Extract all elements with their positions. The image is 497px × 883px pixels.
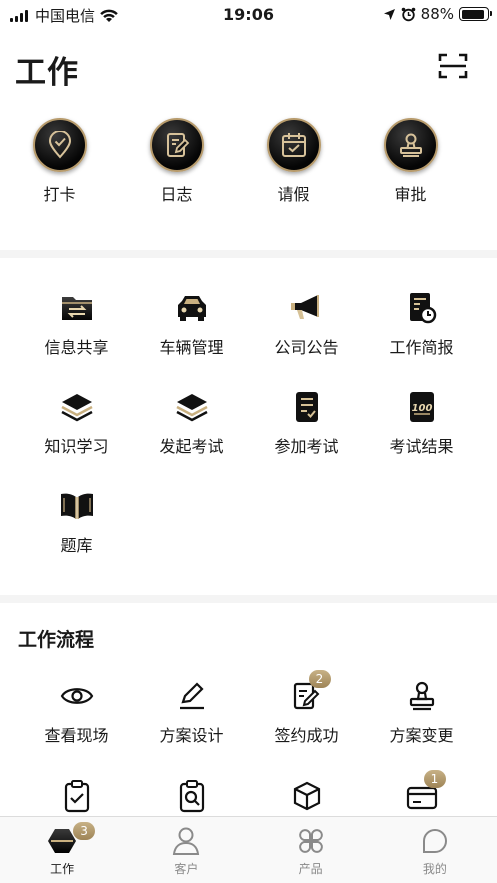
quick-action-label: 请假 [277,185,310,204]
tool-label: 考试结果 [389,437,454,456]
workflow-label: 签约成功 [274,726,339,745]
section-divider [0,595,497,603]
tool-announcement[interactable]: 公司公告 [249,288,364,358]
folder-share-icon [57,288,97,328]
tool-label: 信息共享 [44,338,109,357]
workflow-label: 查看现场 [44,726,109,745]
calendar-check-icon [266,118,321,172]
badge-count: 3 [73,822,96,840]
journal-edit-icon [149,118,204,172]
workflow-view-site[interactable]: 查看现场 [19,676,134,746]
pen-icon [172,676,212,716]
battery-percent: 88% [420,5,454,23]
workflow-inspect[interactable] [134,776,249,816]
quick-action-leave[interactable]: 请假 [236,118,351,238]
status-right: 88% [383,5,492,23]
workflow-checklist[interactable] [19,776,134,816]
tab-profile[interactable]: 我的 [373,817,497,883]
tab-label: 我的 [422,862,447,876]
workflow-design[interactable]: 方案设计 [134,676,249,746]
tool-exam-results[interactable]: 100 考试结果 [364,387,479,457]
megaphone-icon [287,288,327,328]
quick-action-journal[interactable]: 日志 [119,118,234,238]
stamp-icon [383,118,438,172]
tab-label: 产品 [298,862,323,876]
location-check-icon [32,118,87,172]
workflow-change[interactable]: 方案变更 [364,676,479,746]
layers-icon [57,387,97,427]
tab-work[interactable]: 3 工作 [0,817,124,883]
car-icon [172,288,212,328]
tool-work-brief[interactable]: 工作简报 [364,288,479,358]
workflow-contract[interactable]: 2 签约成功 [249,670,364,746]
tool-start-exam[interactable]: 发起考试 [134,387,249,457]
tool-knowledge[interactable]: 知识学习 [19,387,134,457]
work-hexagon-icon: 3 [47,822,96,856]
battery-icon [459,7,492,21]
person-icon [171,826,201,856]
tool-label: 发起考试 [159,437,224,456]
tool-label: 参加考试 [274,437,339,456]
quick-action-label: 日志 [160,185,193,204]
workflow-payment[interactable]: 1 [364,770,479,816]
exam-list-icon [287,387,327,427]
tool-info-share[interactable]: 信息共享 [19,288,134,358]
badge-count: 2 [308,670,331,688]
eye-icon [57,676,97,716]
tool-vehicle[interactable]: 车辆管理 [134,288,249,358]
workflow-label: 方案变更 [389,726,454,745]
tab-customers[interactable]: 客户 [124,817,248,883]
tab-bar: 3 工作 客户 产品 我的 [0,816,497,883]
section-divider [0,250,497,258]
alarm-icon [401,7,415,21]
quick-actions: 打卡 日志 请假 审批 [0,118,497,238]
location-arrow-icon [383,8,395,20]
book-icon [57,486,97,526]
contract-edit-icon: 2 [287,670,331,716]
leaf-profile-icon [420,826,450,856]
page-title: 工作 [15,55,79,91]
tab-products[interactable]: 产品 [249,817,373,883]
tab-label: 客户 [174,862,199,876]
tool-label: 公司公告 [274,338,339,357]
tool-label: 车辆管理 [159,338,224,357]
score-100-icon: 100 [402,387,442,427]
product-grid-icon [296,826,326,856]
scan-icon [438,53,468,79]
report-clock-icon [402,288,442,328]
box-icon [287,776,327,816]
workflow-title: 工作流程 [18,629,95,651]
tab-label: 工作 [50,862,75,876]
svg-text:100: 100 [411,403,432,414]
header: 工作 [0,30,497,102]
app-screen: 中国电信 19:06 88% 工作 打卡 日志 请假 审批 信息共享 车辆管理 … [0,0,497,883]
clipboard-search-icon [172,776,212,816]
tool-take-exam[interactable]: 参加考试 [249,387,364,457]
card-icon: 1 [402,770,446,816]
stamp-outline-icon [402,676,442,716]
layers-icon [172,387,212,427]
tool-label: 知识学习 [44,437,109,456]
workflow-label: 方案设计 [159,726,224,745]
status-bar: 中国电信 19:06 88% [0,0,497,30]
quick-action-label: 审批 [394,185,427,204]
quick-action-approval[interactable]: 审批 [353,118,468,238]
badge-count: 1 [423,770,446,788]
tool-label: 工作简报 [389,338,454,357]
tool-label: 题库 [60,536,93,555]
quick-action-label: 打卡 [43,185,76,204]
quick-action-clock-in[interactable]: 打卡 [2,118,117,238]
tool-question-bank[interactable]: 题库 [19,486,134,556]
scan-button[interactable] [438,52,468,80]
clipboard-check-icon [57,776,97,816]
workflow-delivery[interactable] [249,776,364,816]
